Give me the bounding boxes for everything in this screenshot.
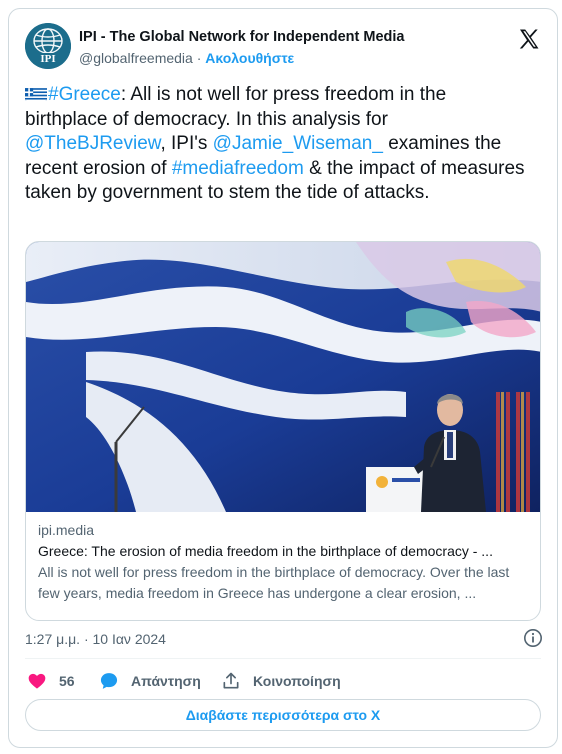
tweet-timestamp[interactable]: 1:27 μ.μ. · 10 Ιαν 2024 [25,631,166,647]
hashtag-mediafreedom-link[interactable]: #mediafreedom [172,158,304,179]
share-label: Κοινοποίηση [253,673,341,689]
heart-icon [28,673,46,689]
like-count: 56 [59,673,75,689]
share-button[interactable]: Κοινοποίηση [221,669,341,693]
x-logo-icon[interactable] [517,27,541,51]
divider [25,658,541,659]
reply-label: Απάντηση [131,673,201,689]
reply-button[interactable]: Απάντηση [99,669,201,693]
svg-text:IPI: IPI [40,53,55,65]
reply-bubble-icon [100,673,118,689]
mention-thebjreview-link[interactable]: @TheBJReview [25,133,160,154]
hashtag-greece-link[interactable]: #Greece [48,84,121,105]
mention-jamie-wiseman-link[interactable]: @Jamie_Wiseman_ [213,133,383,154]
read-more-button[interactable]: Διαβάστε περισσότερα στο X [25,699,541,731]
share-icon [223,672,239,689]
greece-flag-icon [25,86,47,101]
card-description: All is not well for press freedom in the… [38,564,510,601]
card-meta: ipi.media Greece: The erosion of media f… [38,520,528,604]
tweet-embed-card: IPI IPI - The Global Network for Indepen… [8,8,558,748]
ipi-globe-logo: IPI [25,23,71,69]
tweet-text-segment: , IPI's [160,133,213,154]
author-handle-line: @globalfreemedia · Ακολουθήστε [79,50,294,66]
author-handle[interactable]: @globalfreemedia [79,50,193,66]
tweet-header: IPI IPI - The Global Network for Indepen… [25,21,541,69]
action-bar: 56 Απάντηση Κοινοποίηση [25,669,541,693]
article-image [26,242,540,512]
tweet-text: #Greece: All is not well for press freed… [25,83,525,206]
link-preview-card[interactable]: ipi.media Greece: The erosion of media f… [25,241,541,621]
follow-button[interactable]: Ακολουθήστε [205,50,294,66]
card-domain: ipi.media [38,522,95,538]
card-title: Greece: The erosion of media freedom in … [38,543,493,559]
author-name[interactable]: IPI - The Global Network for Independent… [79,29,404,45]
info-icon[interactable] [523,628,543,648]
handle-separator: · [192,50,206,66]
avatar[interactable]: IPI [25,23,71,69]
like-button[interactable]: 56 [27,669,75,693]
